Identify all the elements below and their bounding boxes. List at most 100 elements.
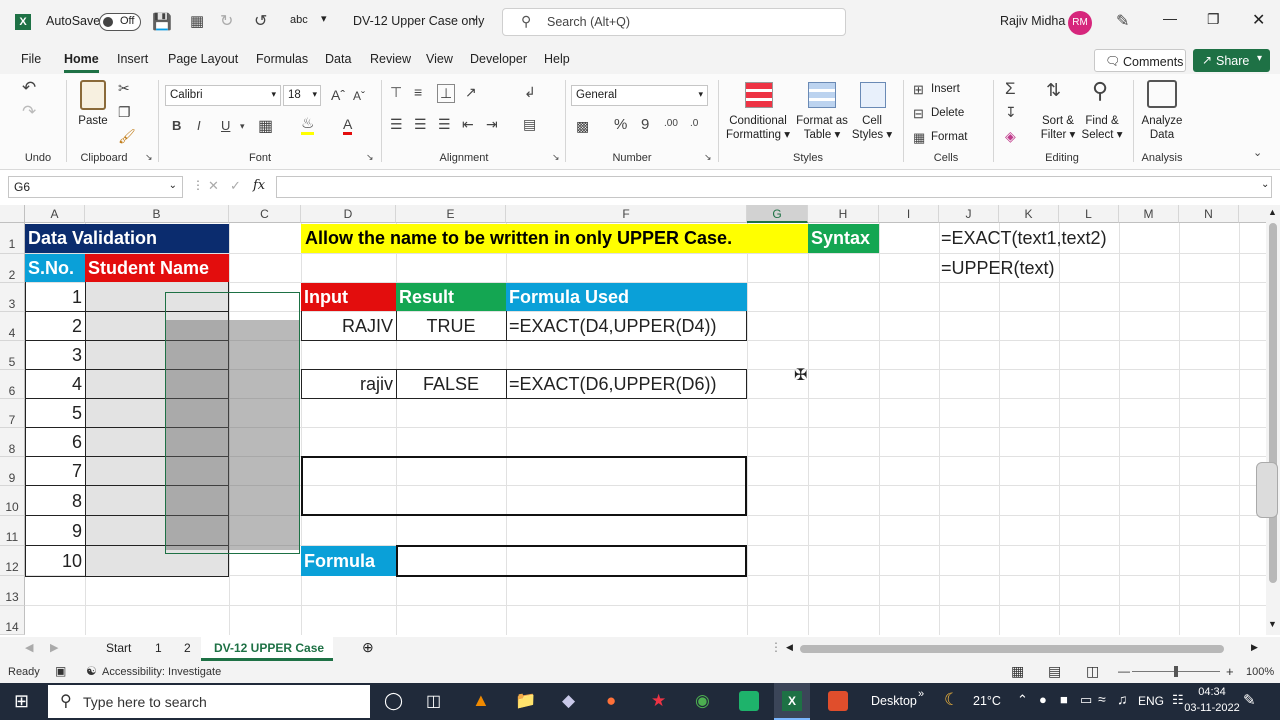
increase-decimal-icon[interactable]: .00 <box>664 118 678 129</box>
paste-icon[interactable] <box>80 80 106 110</box>
wrap-text-icon[interactable]: ↲ <box>524 84 536 101</box>
font-name-dropdown[interactable]: Calibri ▾ <box>165 85 281 106</box>
input-cell[interactable]: rajiv <box>301 370 393 399</box>
insert-cells-icon[interactable]: ⊞ <box>913 82 924 98</box>
chrome-icon[interactable]: ◉ <box>695 691 710 711</box>
scroll-thumb[interactable] <box>1269 223 1277 583</box>
number-format-dropdown[interactable]: General ▾ <box>571 85 708 106</box>
row-header-4[interactable]: 4 <box>0 312 25 341</box>
sheet-tab-1[interactable]: 1 <box>155 641 162 655</box>
avatar[interactable]: RM <box>1068 11 1092 35</box>
zoom-slider-thumb[interactable] <box>1174 666 1178 677</box>
more-options-icon[interactable]: ⋮ <box>192 178 204 192</box>
sno-cell[interactable]: 7 <box>25 457 82 486</box>
side-panel-handle[interactable] <box>1256 462 1278 518</box>
align-middle-icon[interactable]: ≡ <box>414 84 422 100</box>
weather-icon[interactable]: ☾ <box>944 690 959 710</box>
accessibility-icon[interactable]: ☯ <box>86 664 97 678</box>
clear-icon[interactable]: ◈ <box>1005 128 1016 145</box>
paste-button[interactable]: Paste <box>76 114 110 128</box>
decrease-font-icon[interactable]: Aˇ <box>353 89 365 103</box>
italic-button[interactable]: I <box>197 118 201 133</box>
taskbar-search[interactable]: ⚲ Type here to search <box>48 685 370 718</box>
row-header-6[interactable]: 6 <box>0 370 25 399</box>
syntax-upper-cell[interactable]: =UPPER(text) <box>941 254 1055 282</box>
expand-formula-bar-icon[interactable]: ⌄ <box>1261 179 1269 190</box>
column-header-d[interactable]: D <box>301 205 396 223</box>
restore-icon[interactable]: ❐ <box>1207 11 1220 28</box>
ribbon-undo-icon[interactable]: ↶ <box>22 78 36 98</box>
scroll-up-icon[interactable]: ▲ <box>1268 207 1277 217</box>
align-center-icon[interactable]: ☰ <box>414 116 427 133</box>
weather-temperature[interactable]: 21°C <box>973 694 1001 708</box>
row-header-2[interactable]: 2 <box>0 254 25 283</box>
column-header-m[interactable]: M <box>1119 205 1179 223</box>
language-indicator[interactable]: ENG <box>1138 694 1164 708</box>
format-painter-icon[interactable]: 🖌 <box>118 128 136 145</box>
increase-font-icon[interactable]: Aˆ <box>331 87 345 103</box>
merge-center-icon[interactable]: ▤ <box>523 116 536 133</box>
row-header-9[interactable]: 9 <box>0 457 25 486</box>
cortana-icon[interactable]: ◯ <box>384 691 403 711</box>
chevron-up-icon[interactable]: » <box>918 688 924 700</box>
row-header-14[interactable]: 14 <box>0 606 25 635</box>
tab-next-icon[interactable]: ▶ <box>50 641 58 654</box>
row-header-3[interactable]: 3 <box>0 283 25 312</box>
formula-entry-box[interactable] <box>396 545 747 577</box>
tray-overflow-icon[interactable]: ⌃ <box>1017 692 1028 708</box>
result-cell[interactable]: TRUE <box>396 312 506 341</box>
macro-icon[interactable]: ▣ <box>55 664 66 678</box>
sno-cell[interactable]: 9 <box>25 517 82 546</box>
font-size-dropdown[interactable]: 18 ▾ <box>283 85 321 106</box>
sno-cell[interactable]: 5 <box>25 399 82 428</box>
fill-color-icon[interactable]: ♨ <box>301 116 315 135</box>
header-result[interactable]: Result <box>396 283 506 311</box>
menu-insert[interactable]: Insert <box>117 52 148 66</box>
sno-cell[interactable]: 2 <box>25 312 82 341</box>
sno-cell[interactable]: 10 <box>25 547 82 576</box>
sheet-tab-start[interactable]: Start <box>106 641 131 655</box>
analyze-data-button[interactable]: Analyze Data <box>1140 114 1184 142</box>
sno-cell[interactable]: 4 <box>25 370 82 399</box>
pen-icon[interactable]: ✎ <box>1116 11 1129 31</box>
format-button[interactable]: Format <box>931 130 967 144</box>
insert-function-button[interactable]: fx <box>253 178 265 193</box>
vertical-scrollbar[interactable]: ▲ ▼ <box>1266 205 1280 635</box>
menu-page-layout[interactable]: Page Layout <box>168 52 238 66</box>
copy-icon[interactable]: ❐ <box>118 104 131 121</box>
menu-review[interactable]: Review <box>370 52 411 66</box>
dialog-launcher-icon[interactable]: ↘ <box>552 152 560 163</box>
redo-icon[interactable]: ↻ <box>220 11 233 31</box>
sheet-tab-2[interactable]: 2 <box>184 641 191 655</box>
row-header-10[interactable]: 10 <box>0 486 25 516</box>
sheet-tab-active[interactable]: DV-12 UPPER Case <box>201 637 333 661</box>
cell-styles-icon[interactable] <box>860 82 886 108</box>
percent-icon[interactable]: % <box>614 116 627 133</box>
formula-used-cell[interactable]: =EXACT(D6,UPPER(D6)) <box>509 370 717 399</box>
column-header-e[interactable]: E <box>396 205 506 223</box>
syntax-exact-cell[interactable]: =EXACT(text1,text2) <box>941 224 1107 253</box>
format-cells-icon[interactable]: ▦ <box>913 130 925 146</box>
desktop-toolbar[interactable]: Desktop <box>871 694 917 708</box>
menu-developer[interactable]: Developer <box>470 52 527 66</box>
share-button[interactable]: ↗ Share ▾ <box>1193 49 1270 72</box>
decrease-decimal-icon[interactable]: .0 <box>690 118 698 129</box>
excel-taskbar-button[interactable]: X <box>774 683 810 720</box>
clock-time[interactable]: 04:34 <box>1185 686 1239 698</box>
chevron-down-icon[interactable]: ▾ <box>240 121 245 132</box>
header-sno[interactable]: S.No. <box>25 254 85 282</box>
column-header-i[interactable]: I <box>879 205 939 223</box>
excel-logo-icon[interactable]: X <box>15 14 31 30</box>
file-name[interactable]: DV-12 Upper Case only <box>353 14 484 28</box>
header-input[interactable]: Input <box>301 283 396 311</box>
close-icon[interactable]: ✕ <box>1252 10 1265 30</box>
sort-filter-icon[interactable]: ⇅ <box>1046 80 1061 101</box>
title-cell[interactable]: Data Validation <box>25 224 229 253</box>
borders-icon[interactable]: ▦ <box>258 116 273 136</box>
merged-box-rows-9-10[interactable] <box>301 456 747 516</box>
find-select-button[interactable]: Find & Select ▾ <box>1080 114 1124 142</box>
format-as-table-icon[interactable] <box>808 82 836 108</box>
align-right-icon[interactable]: ☰ <box>438 116 451 133</box>
header-student-name[interactable]: Student Name <box>85 254 229 282</box>
row-header-11[interactable]: 11 <box>0 516 25 546</box>
